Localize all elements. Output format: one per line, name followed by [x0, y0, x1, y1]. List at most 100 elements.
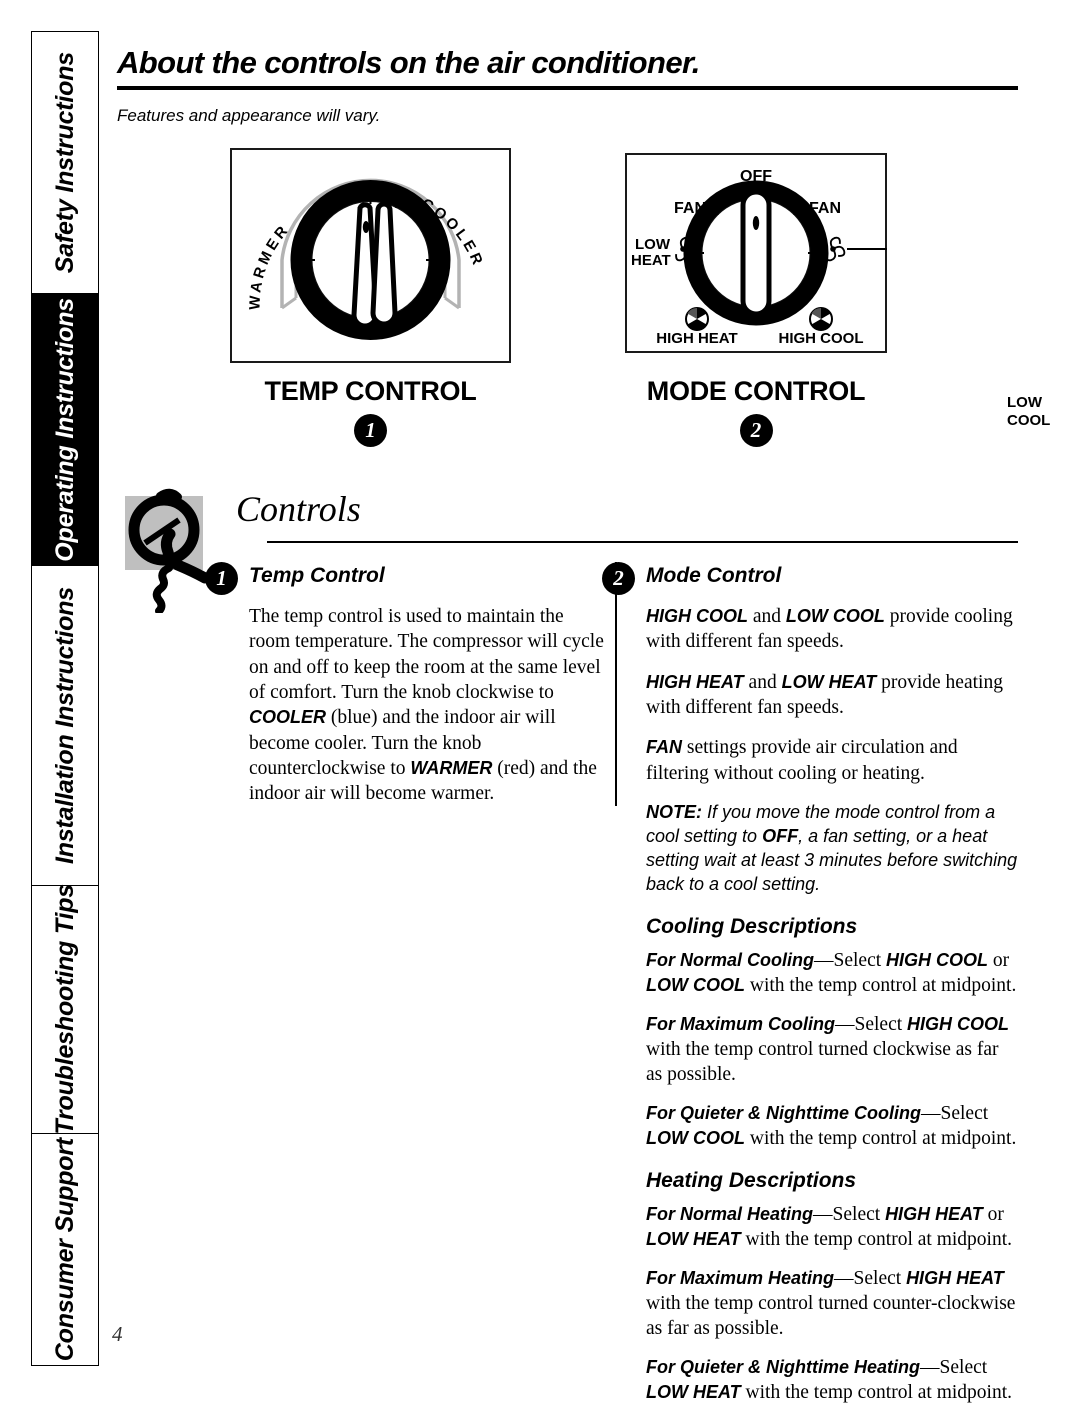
cooling-1-lead: For Maximum Cooling [646, 1013, 835, 1034]
cooling-item: For Normal Cooling—Select HIGH COOL or L… [646, 949, 1018, 999]
heating-2-mid: Select [939, 1357, 988, 1379]
svg-text:WARMER: WARMER [246, 221, 293, 311]
kw-low-cool: LOW COOL [785, 606, 885, 626]
controls-heading: Controls [236, 489, 361, 529]
temp-p1: The temp control is used to maintain the… [249, 606, 604, 704]
svg-text:LOW: LOW [635, 236, 671, 253]
heating-0-kw2: LOW HEAT [646, 1229, 741, 1250]
cooling-0-lead: For Normal Cooling [646, 949, 814, 970]
page-subtitle: Features and appearance will vary. [117, 106, 381, 125]
sidebar-item-consumer-support[interactable]: Consumer Support [31, 1133, 99, 1366]
temp-control-item-title: Temp Control [249, 564, 385, 587]
mode-control-badge-row: 2 [625, 414, 887, 447]
cooling-2-lead: For Quieter & Nighttime Cooling [646, 1102, 921, 1123]
cooling-1-dash: — [835, 1013, 855, 1035]
mode-control-item-header: 2 Mode Control [602, 562, 1018, 600]
svg-text:FAN: FAN [674, 200, 706, 217]
heat-mid: and [743, 671, 782, 693]
kw-low-heat: LOW HEAT [781, 671, 877, 692]
cooling-0-kw1: HIGH COOL [886, 949, 989, 970]
mode-control-item-badge: 2 [602, 562, 635, 595]
sidebar-item-label: Troubleshooting Tips [50, 884, 79, 1135]
mode-cool-paragraph: HIGH COOL and LOW COOL provide cooling w… [646, 604, 1018, 655]
heating-1-mid: Select [853, 1268, 907, 1290]
heating-descriptions-heading: Heating Descriptions [646, 1169, 857, 1193]
heating-item: For Quieter & Nighttime Heating—Select L… [646, 1356, 1018, 1406]
temp-control-column: 1 Temp Control The temp control is used … [205, 562, 605, 822]
cooling-1-kw1: HIGH COOL [907, 1013, 1010, 1034]
temp-kw-warmer: WARMER [410, 758, 493, 779]
cooling-2-tail: with the temp control at midpoint. [744, 1127, 1017, 1149]
temp-control-dial-illustration: WARMER COOLER [230, 148, 511, 363]
cooling-item: For Quieter & Nighttime Cooling—Select L… [646, 1102, 1018, 1152]
page-title: About the controls on the air conditione… [117, 45, 700, 80]
svg-text:FAN: FAN [809, 200, 841, 217]
controls-section-header: Controls [117, 488, 1020, 615]
svg-text:HEAT: HEAT [631, 252, 671, 269]
control-diagrams: WARMER COOLER OFF FAN FAN LOW HEAT HIGH … [117, 148, 1050, 468]
heating-0-lead: For Normal Heating [646, 1204, 814, 1225]
cooling-2-mid: Select [940, 1102, 989, 1124]
heating-1-dash: — [834, 1268, 854, 1290]
cooling-2-kw2: LOW COOL [646, 1127, 745, 1148]
heating-2-tail: with the temp control at midpoint. [740, 1382, 1012, 1404]
svg-text:HIGH HEAT: HIGH HEAT [656, 330, 737, 347]
sidebar-item-label: Installation Instructions [50, 587, 79, 864]
kw-fan: FAN [646, 737, 682, 758]
cooling-descriptions-heading: Cooling Descriptions [646, 914, 858, 938]
cooling-0-tail: with the temp control at midpoint. [744, 974, 1017, 996]
mode-heat-paragraph: HIGH HEAT and LOW HEAT provide heating w… [646, 670, 1018, 721]
heating-2-dash: — [920, 1357, 940, 1379]
sidebar-item-label: Safety Instructions [50, 51, 79, 274]
cooling-1-mid: Select [854, 1013, 908, 1035]
heating-0-conj: or [982, 1204, 1004, 1226]
cooling-0-conj: or [988, 949, 1010, 971]
kw-high-cool: HIGH COOL [646, 606, 748, 626]
column-divider [615, 562, 617, 806]
mode-note-paragraph: NOTE: If you move the mode control from … [646, 801, 1018, 897]
mode-control-dial-illustration: OFF FAN FAN LOW HEAT HIGH HEAT HIGH COOL [625, 153, 887, 353]
temp-kw-cooler: COOLER [249, 707, 327, 728]
cooling-0-mid: Select [833, 949, 887, 971]
heating-1-kw1: HIGH HEAT [906, 1268, 1004, 1289]
fan-tail: settings provide air circulation and fil… [646, 737, 958, 784]
cooling-2-dash: — [921, 1102, 941, 1124]
sidebar-item-safety-instructions[interactable]: Safety Instructions [31, 31, 99, 293]
mode-control-column: 2 Mode Control HIGH COOL and LOW COOL pr… [602, 562, 1018, 1420]
svg-text:HIGH COOL: HIGH COOL [779, 330, 864, 347]
heating-2-lead: For Quieter & Nighttime Heating [646, 1357, 921, 1378]
temp-control-badge: 1 [354, 414, 387, 447]
cooling-1-tail: with the temp control turned clockwise a… [646, 1038, 999, 1085]
sidebar-item-operating-instructions[interactable]: Operating Instructions [31, 293, 99, 565]
heating-0-kw1: HIGH HEAT [885, 1204, 983, 1225]
heating-0-dash: — [813, 1204, 833, 1226]
temp-control-item-header: 1 Temp Control [205, 562, 605, 600]
cool-mid: and [748, 606, 786, 627]
mode-control-caption: MODE CONTROL [646, 376, 866, 406]
heating-2-kw2: LOW HEAT [646, 1382, 741, 1403]
mode-fan-paragraph: FAN settings provide air circulation and… [646, 735, 1018, 786]
temp-control-caption: TEMP CONTROL [264, 376, 477, 406]
low-cool-line-1: LOW [1007, 394, 1042, 411]
mode-control-badge: 2 [739, 414, 773, 447]
sidebar-item-installation-instructions[interactable]: Installation Instructions [31, 565, 99, 885]
cooling-0-kw2: LOW COOL [646, 974, 745, 995]
low-cool-line-2: COOL [1007, 411, 1051, 429]
heating-0-mid: Select [832, 1204, 886, 1226]
heating-0-tail: with the temp control at midpoint. [740, 1229, 1012, 1251]
sidebar-item-label: Operating Instructions [50, 297, 79, 562]
svg-text:OFF: OFF [740, 168, 772, 185]
cooling-0-dash: — [814, 949, 834, 971]
temp-control-item-badge: 1 [205, 562, 238, 595]
note-label: NOTE: [646, 802, 702, 823]
note-kw-off: OFF [762, 826, 799, 846]
heating-1-lead: For Maximum Heating [646, 1268, 835, 1289]
sidebar-item-troubleshooting-tips[interactable]: Troubleshooting Tips [31, 884, 99, 1135]
sidebar-item-label: Consumer Support [50, 1137, 79, 1362]
mode-control-item-title: Mode Control [646, 564, 782, 587]
temp-control-paragraph: The temp control is used to maintain the… [249, 604, 605, 807]
page-content: About the controls on the air conditione… [117, 45, 1050, 1403]
controls-divider [267, 541, 1018, 543]
controls-body: 1 Temp Control The temp control is used … [117, 562, 1020, 1403]
kw-high-heat: HIGH HEAT [646, 671, 744, 692]
